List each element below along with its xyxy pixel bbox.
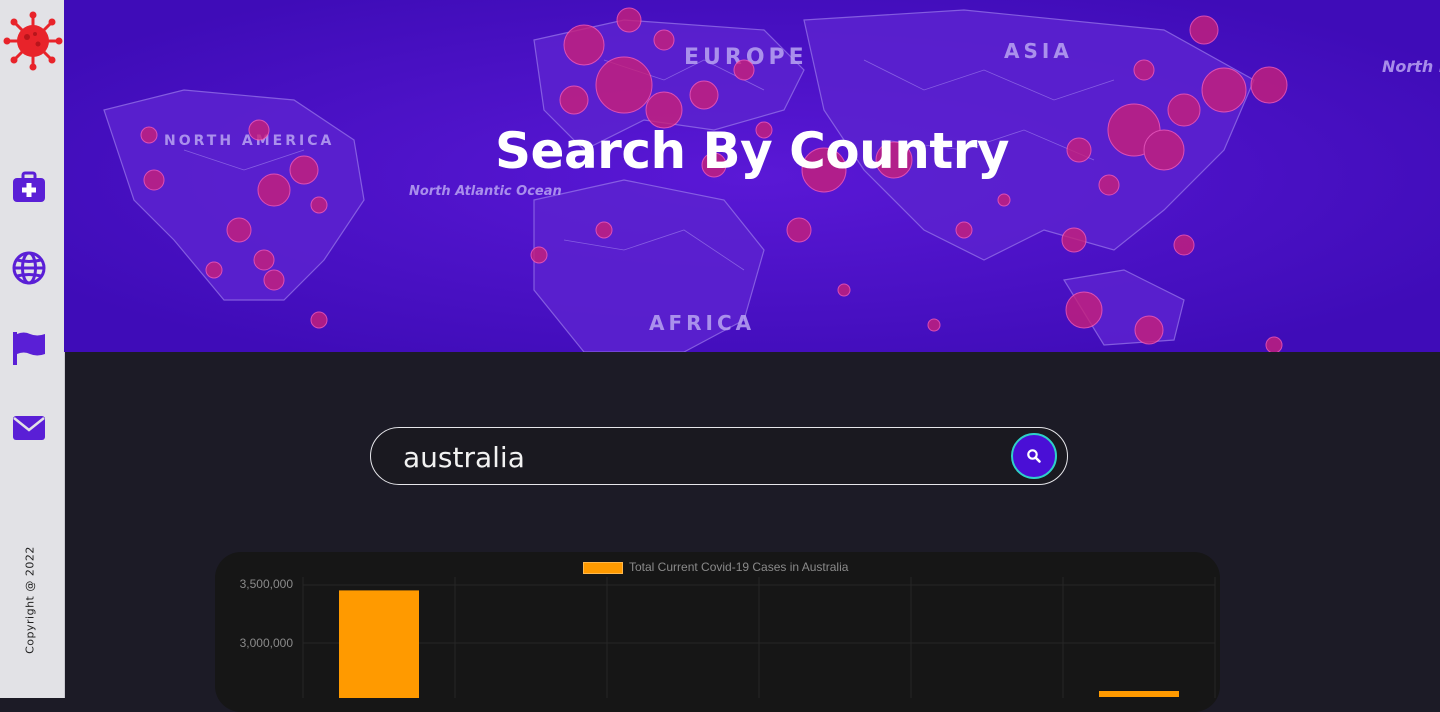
search-button[interactable] xyxy=(1011,433,1057,479)
virus-logo-icon[interactable] xyxy=(2,10,64,72)
chart-bar xyxy=(339,590,419,698)
hero-banner: EUROPE ASIA NORTH AMERICA North Atlantic… xyxy=(64,0,1440,352)
medical-kit-icon[interactable] xyxy=(11,170,47,206)
search-box xyxy=(370,427,1068,485)
envelope-icon[interactable] xyxy=(11,410,47,446)
cases-chart: Total Current Covid-19 Cases in Australi… xyxy=(215,552,1220,712)
flag-icon[interactable] xyxy=(11,330,47,366)
chart-plot-area xyxy=(302,577,1216,698)
globe-icon[interactable] xyxy=(11,250,47,286)
country-search-input[interactable] xyxy=(401,436,1005,478)
search-icon xyxy=(1027,449,1041,463)
sidebar: Copyright @ 2022 xyxy=(0,0,65,698)
map-label-africa: AFRICA xyxy=(649,311,755,335)
map-label-asia: ASIA xyxy=(1004,39,1073,63)
page-title: Search By Country xyxy=(495,122,1009,180)
map-label-north-pacific: North Pacific Ocean xyxy=(1382,57,1440,76)
copyright-text: Copyright @ 2022 xyxy=(23,546,37,654)
chart-bar xyxy=(1099,691,1179,697)
map-label-north-atlantic: North Atlantic Ocean xyxy=(409,184,562,199)
